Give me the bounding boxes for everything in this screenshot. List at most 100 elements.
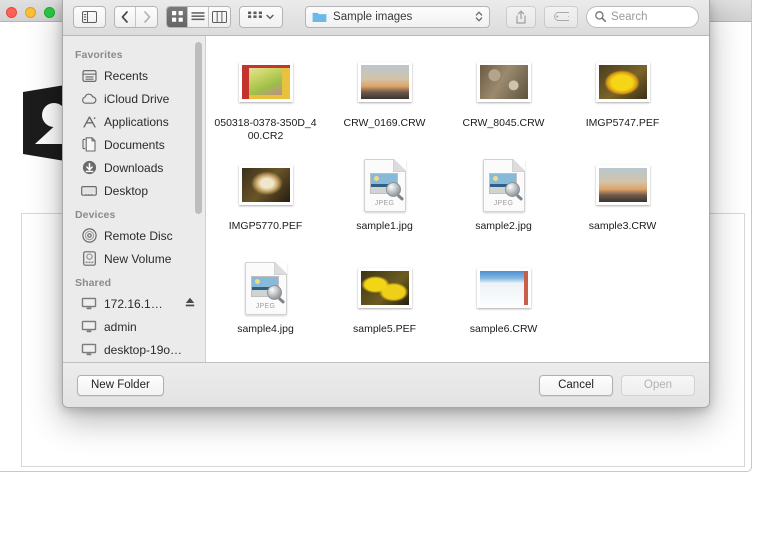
- sidebar-item-applications[interactable]: Applications: [63, 110, 205, 133]
- sidebar-item-new-volume[interactable]: New Volume: [63, 247, 205, 270]
- icon-view-button[interactable]: [167, 6, 189, 27]
- path-popup-button[interactable]: Sample images: [305, 5, 491, 28]
- file-thumbnail: [357, 62, 412, 102]
- eject-icon[interactable]: [185, 297, 195, 308]
- thumbnail-container: [357, 54, 412, 110]
- view-mode-group: [166, 5, 232, 28]
- file-format-badge: JPEG: [493, 199, 514, 207]
- sidebar-item-label: Applications: [104, 114, 169, 129]
- path-label: Sample images: [333, 10, 413, 23]
- file-thumbnail: [357, 268, 412, 308]
- folder-icon: [312, 12, 327, 22]
- computer-icon: [81, 319, 97, 335]
- sidebar-item-label: Remote Disc: [104, 228, 173, 243]
- share-icon: [516, 10, 526, 24]
- chevron-down-icon: [266, 14, 274, 19]
- file-name-label: IMGP5747.PEF: [585, 117, 660, 129]
- documents-icon: [81, 137, 97, 153]
- file-name-label: 050318-0378-350D_400.CR2: [214, 117, 317, 142]
- sidebar-item-downloads[interactable]: Downloads: [63, 156, 205, 179]
- thumbnail-container: JPEG: [363, 157, 406, 213]
- forward-button[interactable]: [136, 6, 158, 27]
- disc-icon: [81, 228, 97, 244]
- file-thumbnail: [476, 268, 531, 308]
- thumbnail-image-yellow-flower: [598, 65, 647, 99]
- sidebar-item-label: Downloads: [104, 160, 164, 175]
- list-view-button[interactable]: [188, 6, 210, 27]
- file-item[interactable]: sample3.CRW: [563, 153, 682, 256]
- file-item[interactable]: CRW_8045.CRW: [444, 50, 563, 153]
- share-button[interactable]: [506, 5, 537, 28]
- page-fold-icon: [273, 261, 287, 275]
- file-item[interactable]: JPEG sample4.jpg: [206, 256, 325, 359]
- eject-button[interactable]: [185, 297, 195, 311]
- applications-icon: [81, 114, 97, 130]
- cancel-button[interactable]: Cancel: [539, 374, 613, 396]
- sidebar-item-desktop[interactable]: Desktop: [63, 179, 205, 202]
- thumbnail-container: [238, 54, 293, 110]
- jpeg-document-icon: JPEG: [363, 158, 406, 212]
- sidebar-item-documents[interactable]: Documents: [63, 133, 205, 156]
- sun-icon: [254, 278, 260, 284]
- file-item[interactable]: JPEG sample2.jpg: [444, 153, 563, 256]
- sidebar-item-label: iCloud Drive: [104, 91, 170, 106]
- thumbnail-image-dark-bloom: [241, 168, 290, 202]
- sidebar-item-icloud-drive[interactable]: iCloud Drive: [63, 87, 205, 110]
- sidebar-item-remote-disc[interactable]: Remote Disc: [63, 224, 205, 247]
- sidebar-item-label: Recents: [104, 68, 149, 83]
- tag-button[interactable]: [544, 5, 579, 28]
- thumbnail-image-sunset-sea: [360, 65, 409, 99]
- thumbnail-image-sunset-sea: [598, 168, 647, 202]
- file-thumbnail: [238, 62, 293, 102]
- thumbnail-image-snow-scene: [479, 271, 528, 305]
- open-button[interactable]: Open: [621, 374, 695, 396]
- sidebar-item-desktop-19o[interactable]: desktop-19o…: [63, 338, 205, 361]
- sidebar-item-label: New Volume: [104, 251, 172, 266]
- thumbnail-image-rock-texture: [479, 65, 528, 99]
- sidebar-item-admin[interactable]: admin: [63, 315, 205, 338]
- sidebar: Favorites Recents iCloud Drive Applications…: [63, 36, 206, 362]
- arrange-button[interactable]: [239, 5, 284, 28]
- file-name-label: CRW_0169.CRW: [343, 117, 426, 129]
- columns-icon: [212, 10, 228, 23]
- thumbnail-container: [476, 260, 531, 316]
- search-input[interactable]: Search: [586, 5, 699, 28]
- minimize-button[interactable]: [25, 7, 36, 18]
- file-item[interactable]: 050318-0378-350D_400.CR2: [206, 50, 325, 153]
- sidebar-toggle-button[interactable]: [73, 5, 106, 28]
- dialog-footer: New Folder Cancel Open: [63, 363, 709, 407]
- sidebar-item-label: 172.16.1…: [104, 296, 163, 311]
- file-browser-pane[interactable]: 050318-0378-350D_400.CR2 CRW_0169.CRW CRW_…: [206, 36, 709, 362]
- back-button[interactable]: [115, 6, 137, 27]
- file-name-label: sample3.CRW: [588, 220, 657, 232]
- sidebar-scrollbar[interactable]: [195, 42, 202, 214]
- navigation-buttons: [114, 5, 159, 28]
- thumbnail-container: [357, 260, 412, 316]
- sun-icon: [492, 175, 498, 181]
- file-item[interactable]: sample5.PEF: [325, 256, 444, 359]
- zoom-button[interactable]: [44, 7, 55, 18]
- file-thumbnail: [595, 165, 650, 205]
- search-placeholder: Search: [611, 10, 648, 23]
- close-button[interactable]: [6, 7, 17, 18]
- file-thumbnail: [595, 62, 650, 102]
- file-item[interactable]: JPEG sample1.jpg: [325, 153, 444, 256]
- file-item[interactable]: IMGP5770.PEF: [206, 153, 325, 256]
- chevron-right-icon: [143, 10, 150, 23]
- file-item[interactable]: sample6.CRW: [444, 256, 563, 359]
- new-folder-button[interactable]: New Folder: [77, 374, 164, 396]
- thumbnail-container: [476, 54, 531, 110]
- file-item[interactable]: IMGP5747.PEF: [563, 50, 682, 153]
- list-icon: [191, 11, 205, 20]
- thumbnail-container: [595, 54, 650, 110]
- file-item[interactable]: CRW_0169.CRW: [325, 50, 444, 153]
- thumbnail-image-yellow-leaves: [360, 271, 409, 305]
- computer-icon: [81, 342, 97, 358]
- sidebar-item-172-16-1[interactable]: 172.16.1…: [63, 292, 205, 315]
- column-view-button[interactable]: [209, 6, 231, 27]
- icloud-icon: [81, 91, 97, 107]
- dialog-body: Favorites Recents iCloud Drive Applications…: [63, 36, 709, 363]
- magnifier-icon: [266, 284, 282, 300]
- downloads-icon: [81, 160, 97, 176]
- sidebar-item-recents[interactable]: Recents: [63, 64, 205, 87]
